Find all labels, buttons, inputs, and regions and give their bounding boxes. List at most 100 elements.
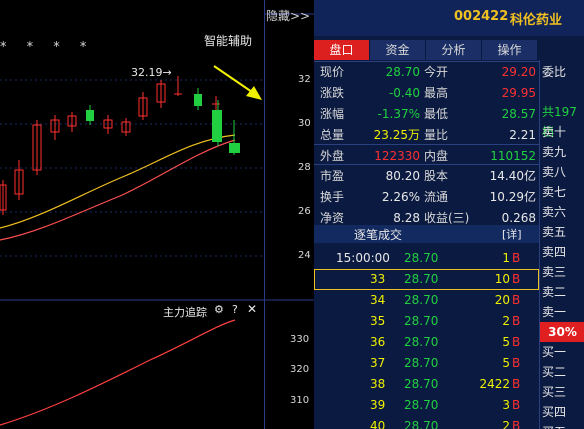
tick-time: 37 — [370, 356, 386, 370]
tick-side: B — [512, 335, 521, 349]
tick-side: B — [512, 251, 521, 265]
tick-side: B — [512, 272, 521, 286]
kline-chart-panel[interactable]: * * * * 智能辅助 32.19→ 主力追踪 ⚙ ? ✕ — [0, 0, 264, 429]
tick-price: 28.70 — [404, 251, 439, 265]
tick-side: B — [512, 398, 521, 412]
stock-code: 002422 — [454, 9, 509, 24]
tick-time: 33 — [370, 272, 386, 286]
tick-side: B — [512, 377, 521, 391]
buy-level-label: 买三 — [542, 385, 567, 399]
order-book-side: 委比共197档卖十卖九卖八卖七卖六卖五卖四卖三卖二卖一 30% 买一买二买三买四买五 — [539, 60, 584, 429]
tick-volume: 1 — [502, 251, 510, 265]
tick-row[interactable]: 35 28.70 2 B — [314, 311, 539, 332]
tick-row[interactable]: 40 28.70 2 B — [314, 416, 539, 429]
tick-time: 15:00:00 — [336, 251, 390, 265]
price-tick: 32 — [298, 74, 311, 85]
tick-row[interactable]: 34 28.70 20 B — [314, 290, 539, 311]
divider — [314, 144, 539, 145]
indicator-title: 主力追踪 — [163, 306, 207, 319]
tick-volume: 2422 — [479, 377, 510, 391]
ma-line-red — [0, 139, 236, 241]
stat-value: 14.40亿 — [489, 169, 536, 183]
sell-level-label: 卖十 — [542, 125, 567, 139]
arrow-annotation-icon — [213, 65, 262, 100]
tick-price: 28.70 — [404, 398, 439, 412]
gear-icon[interactable]: ⚙ — [214, 303, 224, 316]
stat-value: 2.21 — [509, 128, 536, 142]
tick-price: 28.70 — [404, 356, 439, 370]
tick-row[interactable]: 15:00:00 28.70 1 B — [314, 248, 539, 269]
buy-level-label: 买四 — [542, 405, 567, 419]
tick-row[interactable]: 33 28.70 10 B — [314, 269, 539, 290]
tick-side: B — [512, 293, 521, 307]
stat-row: 市盈 80.20 股本 14.40亿 — [314, 166, 539, 187]
indicator-tick: 320 — [290, 364, 310, 375]
tick-volume: 3 — [502, 398, 510, 412]
tick-side: B — [512, 314, 521, 328]
stat-label: 流通 — [424, 190, 449, 204]
hide-button[interactable]: 隐藏>> — [266, 7, 310, 24]
smart-assist-button[interactable]: 智能辅助 — [204, 32, 252, 49]
stat-value: 23.25万 — [373, 128, 420, 142]
price-tick: 24 — [298, 250, 311, 261]
tick-row[interactable]: 38 28.70 2422 B — [314, 374, 539, 395]
candle — [194, 94, 202, 106]
stock-name: 科伦药业 — [510, 13, 563, 28]
kline-chart[interactable] — [0, 0, 264, 429]
ticks-detail-link[interactable]: [详] — [502, 226, 522, 242]
sell-level-label: 卖四 — [542, 245, 567, 259]
tab-operation[interactable]: 操作 — [482, 40, 537, 60]
indicator-tick: 310 — [290, 395, 310, 406]
buy-level-label: 买一 — [542, 345, 567, 359]
tab-funds[interactable]: 资金 — [370, 40, 425, 60]
sell-level-label: 卖二 — [542, 285, 567, 299]
tick-row[interactable]: 36 28.70 5 B — [314, 332, 539, 353]
ticks-title: 逐笔成交 — [354, 228, 403, 242]
tick-volume: 5 — [502, 335, 510, 349]
price-tick: 26 — [298, 206, 311, 217]
sell-level-label: 卖三 — [542, 265, 567, 279]
quote-panel: 002422 科伦药业 盘口 资金 分析 操作 现价 28.70 今开 29.20 涨跌… — [314, 0, 584, 429]
tick-price: 28.70 — [404, 377, 439, 391]
tick-volume: 10 — [494, 272, 510, 286]
stat-value: -1.37% — [377, 107, 420, 121]
total-levels-label: 共197档 — [542, 105, 577, 139]
indicator-tick: 330 — [290, 334, 310, 345]
stat-value: 28.57 — [501, 107, 536, 121]
tab-pankou[interactable]: 盘口 — [314, 40, 369, 60]
stat-label: 涨跌 — [320, 86, 345, 100]
help-icon[interactable]: ? — [232, 303, 238, 316]
stat-value: 29.20 — [501, 65, 536, 79]
sell-level-label: 卖五 — [542, 225, 567, 239]
tick-time: 39 — [370, 398, 386, 412]
candle — [212, 110, 222, 142]
tick-volume: 2 — [502, 314, 510, 328]
ticks-header: 逐笔成交 [详] — [314, 225, 539, 243]
stat-label: 换手 — [320, 190, 345, 204]
price-tick: 28 — [298, 162, 311, 173]
stat-label: 总量 — [320, 128, 345, 142]
tick-volume: 2 — [502, 419, 510, 429]
tick-row[interactable]: 39 28.70 3 B — [314, 395, 539, 416]
candle — [229, 143, 240, 153]
tick-time: 36 — [370, 335, 386, 349]
stat-label: 涨幅 — [320, 107, 345, 121]
tick-time: 40 — [370, 419, 386, 429]
high-price-mark: 32.19→ — [131, 66, 172, 79]
tick-price: 28.70 — [404, 419, 439, 429]
tick-price: 28.70 — [404, 293, 439, 307]
stat-value: 10.29亿 — [489, 190, 536, 204]
divider — [314, 164, 539, 165]
stat-row: 涨跌 -0.40 最高 29.95 — [314, 83, 539, 104]
stat-row: 现价 28.70 今开 29.20 — [314, 62, 539, 83]
indicator-line — [0, 319, 236, 426]
close-icon[interactable]: ✕ — [247, 302, 257, 316]
stat-label: 量比 — [424, 128, 449, 142]
tab-analysis[interactable]: 分析 — [426, 40, 481, 60]
tick-row[interactable]: 37 28.70 5 B — [314, 353, 539, 374]
buy-level-label: 买五 — [540, 422, 584, 429]
stat-label: 股本 — [424, 169, 449, 183]
sell-level-label: 卖九 — [542, 145, 567, 159]
tick-price: 28.70 — [404, 272, 439, 286]
ma-line-yellow — [0, 134, 236, 229]
